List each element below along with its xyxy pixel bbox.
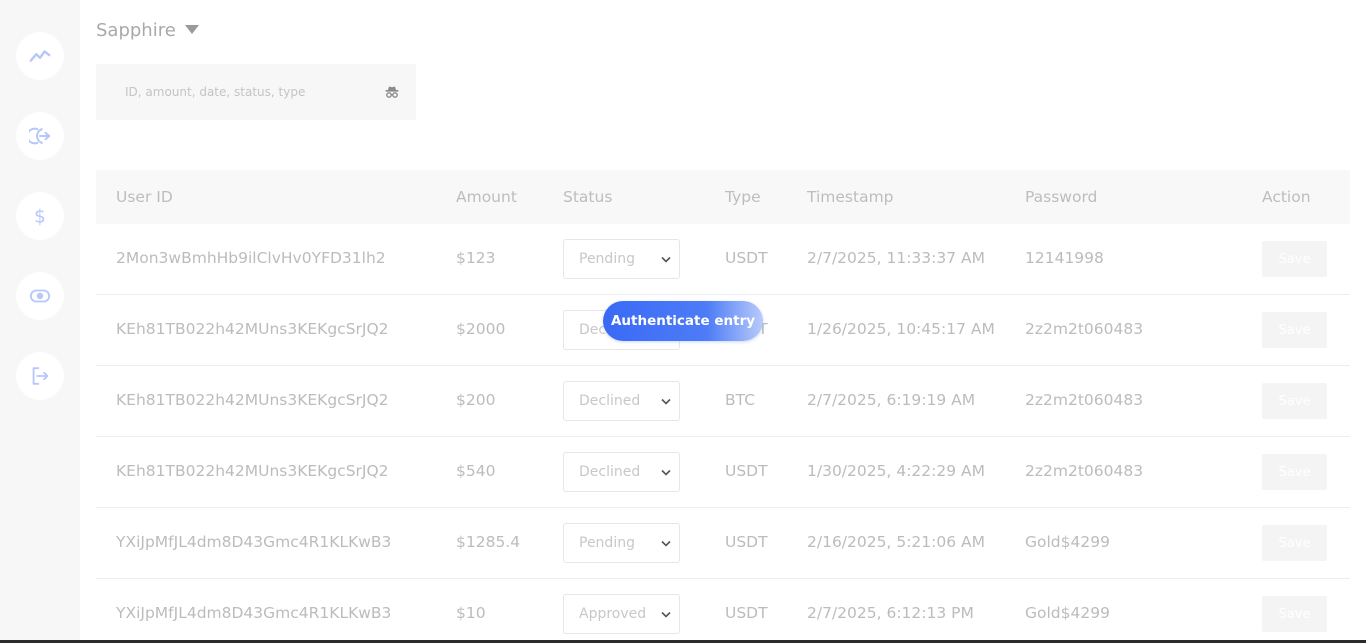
cell-amount: $2000 (456, 320, 506, 338)
status-select[interactable]: Pending (563, 239, 680, 279)
transactions-table: User ID Amount Status Type Timestamp Pas… (96, 170, 1350, 643)
column-header-status: Status (563, 188, 613, 206)
cell-user-id: KEh81TB022h42MUns3KEKgcSrJQ2 (116, 462, 389, 480)
cell-password: 2z2m2t060483 (1025, 320, 1144, 338)
chevron-down-icon (661, 469, 671, 476)
authenticate-entry-button[interactable]: Authenticate entry (603, 301, 763, 341)
save-button[interactable]: Save (1262, 454, 1327, 490)
table-header: User ID Amount Status Type Timestamp Pas… (96, 170, 1350, 224)
status-value: Pending (579, 535, 635, 551)
cell-type: USDT (725, 249, 768, 267)
status-value: Approved (579, 606, 647, 622)
table-row: KEh81TB022h42MUns3KEKgcSrJQ2 $200 Declin… (96, 366, 1350, 437)
chevron-down-icon (661, 256, 671, 263)
cell-password: Gold$4299 (1025, 604, 1110, 622)
cell-timestamp: 2/7/2025, 6:12:13 PM (807, 604, 974, 622)
cell-timestamp: 1/26/2025, 10:45:17 AM (807, 320, 995, 338)
status-select[interactable]: Declined (563, 381, 680, 421)
cell-amount: $1285.4 (456, 533, 521, 551)
dollar-icon: $ (34, 206, 46, 227)
login-arrow-icon (29, 127, 51, 145)
sidebar-item-view[interactable] (16, 272, 64, 320)
column-header-action: Action (1262, 188, 1311, 206)
eye-icon (29, 289, 51, 303)
column-header-amount: Amount (456, 188, 517, 206)
cell-password: 2z2m2t060483 (1025, 462, 1144, 480)
workspace-selector[interactable]: Sapphire (96, 20, 199, 41)
cell-user-id: YXiJpMfJL4dm8D43Gmc4R1KLKwB3 (116, 604, 392, 622)
chevron-down-icon (661, 398, 671, 405)
sidebar: $ (0, 0, 80, 643)
sidebar-item-analytics[interactable] (16, 32, 64, 80)
status-select[interactable]: Pending (563, 523, 680, 563)
trend-line-icon (29, 50, 51, 62)
cell-amount: $540 (456, 462, 496, 480)
cell-type: USDT (725, 533, 768, 551)
save-button[interactable]: Save (1262, 596, 1327, 632)
cell-user-id: YXiJpMfJL4dm8D43Gmc4R1KLKwB3 (116, 533, 392, 551)
svg-text:$: $ (34, 206, 46, 227)
cell-timestamp: 2/16/2025, 5:21:06 AM (807, 533, 985, 551)
caret-down-icon (184, 25, 199, 34)
save-button[interactable]: Save (1262, 241, 1327, 277)
cell-user-id: KEh81TB022h42MUns3KEKgcSrJQ2 (116, 320, 389, 338)
save-button[interactable]: Save (1262, 312, 1327, 348)
save-button[interactable]: Save (1262, 383, 1327, 419)
cell-password: 2z2m2t060483 (1025, 391, 1144, 409)
save-button[interactable]: Save (1262, 525, 1327, 561)
status-select[interactable]: Approved (563, 594, 680, 634)
status-value: Declined (579, 464, 641, 480)
column-header-user-id: User ID (116, 188, 173, 206)
table-row: KEh81TB022h42MUns3KEKgcSrJQ2 $540 Declin… (96, 437, 1350, 508)
cell-password: 12141998 (1025, 249, 1104, 267)
cell-user-id: KEh81TB022h42MUns3KEKgcSrJQ2 (116, 391, 389, 409)
cell-type: USDT (725, 462, 768, 480)
chevron-down-icon (661, 540, 671, 547)
table-row: 2Mon3wBmhHb9ilClvHv0YFD31lh2 $123 Pendin… (96, 224, 1350, 295)
cell-amount: $200 (456, 391, 496, 409)
workspace-name: Sapphire (96, 20, 176, 41)
sidebar-item-transactions[interactable]: $ (16, 192, 64, 240)
cell-type: BTC (725, 391, 756, 409)
status-value: Pending (579, 251, 635, 267)
cell-timestamp: 2/7/2025, 11:33:37 AM (807, 249, 985, 267)
chevron-down-icon (661, 611, 671, 618)
sidebar-item-login[interactable] (16, 112, 64, 160)
column-header-timestamp: Timestamp (807, 188, 894, 206)
logout-icon (32, 367, 49, 385)
cell-user-id: 2Mon3wBmhHb9ilClvHv0YFD31lh2 (116, 249, 386, 267)
cell-type: USDT (725, 604, 768, 622)
spy-icon (385, 86, 399, 98)
cell-amount: $123 (456, 249, 496, 267)
cell-timestamp: 2/7/2025, 6:19:19 AM (807, 391, 976, 409)
sidebar-item-logout[interactable] (16, 352, 64, 400)
column-header-type: Type (725, 188, 761, 206)
search-input[interactable] (96, 64, 416, 120)
search-box (96, 64, 416, 120)
table-row: YXiJpMfJL4dm8D43Gmc4R1KLKwB3 $1285.4 Pen… (96, 508, 1350, 579)
cell-amount: $10 (456, 604, 486, 622)
column-header-password: Password (1025, 188, 1098, 206)
status-value: Declined (579, 393, 641, 409)
cell-timestamp: 1/30/2025, 4:22:29 AM (807, 462, 985, 480)
status-select[interactable]: Declined (563, 452, 680, 492)
table-row: YXiJpMfJL4dm8D43Gmc4R1KLKwB3 $10 Approve… (96, 579, 1350, 643)
cell-password: Gold$4299 (1025, 533, 1110, 551)
